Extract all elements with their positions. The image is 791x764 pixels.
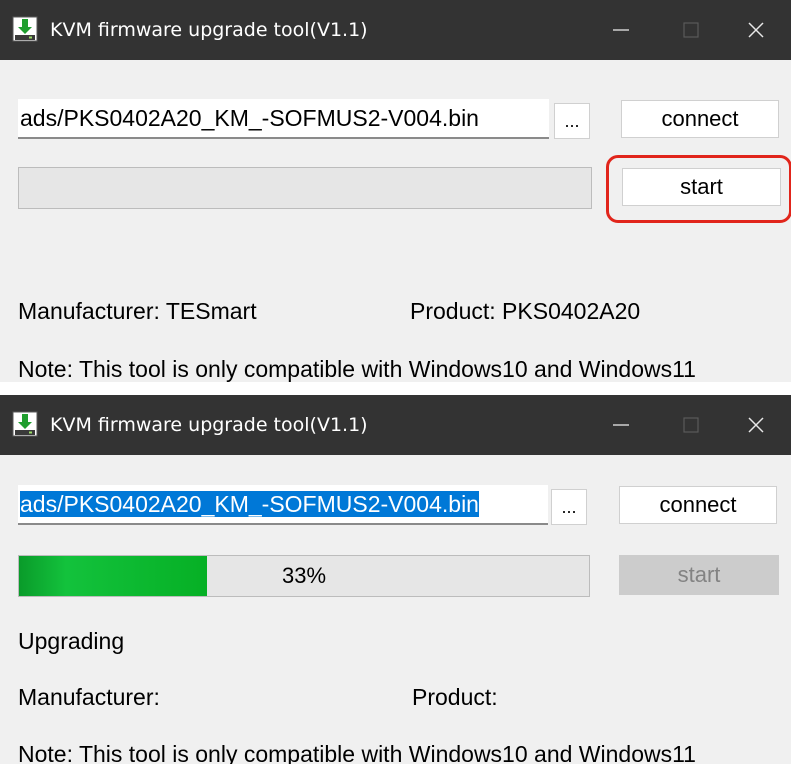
browse-button[interactable]: ... [551, 489, 587, 525]
maximize-icon [683, 417, 699, 433]
close-button[interactable] [721, 0, 791, 60]
download-drive-icon [12, 411, 38, 437]
compatibility-note: Note: This tool is only compatible with … [18, 356, 696, 382]
start-button-highlight [606, 155, 791, 223]
product-label: Product: PKS0402A20 [410, 298, 641, 324]
upgrade-progress-bar: 33% [18, 555, 590, 597]
connect-button[interactable]: connect [619, 486, 777, 524]
start-button[interactable]: start [619, 555, 779, 595]
maximize-icon [683, 22, 699, 38]
maximize-button[interactable] [656, 0, 726, 60]
progress-percent: 33% [281, 563, 327, 588]
firmware-path-input[interactable]: ads/PKS0402A20_KM_-SOFMUS2-V004.bin [18, 485, 548, 525]
firmware-path-text: ads/PKS0402A20_KM_-SOFMUS2-V004.bin [20, 105, 479, 131]
minimize-icon [613, 424, 629, 426]
minimize-button[interactable] [586, 0, 656, 60]
minimize-icon [613, 29, 629, 31]
download-drive-icon [12, 16, 38, 42]
minimize-button[interactable] [586, 395, 656, 455]
compatibility-note: Note: This tool is only compatible with … [18, 741, 696, 764]
status-label: Upgrading [18, 628, 125, 654]
window-title: KVM firmware upgrade tool(V1.1) [50, 414, 368, 436]
upgrade-tool-window-after: KVM firmware upgrade tool(V1.1) ads/PKS0… [0, 395, 791, 764]
manufacturer-label: Manufacturer: TESmart [18, 298, 257, 324]
maximize-button[interactable] [656, 395, 726, 455]
firmware-path-text: ads/PKS0402A20_KM_-SOFMUS2-V004.bin [20, 491, 479, 517]
firmware-path-input[interactable]: ads/PKS0402A20_KM_-SOFMUS2-V004.bin [18, 99, 549, 139]
upgrade-tool-window-before: KVM firmware upgrade tool(V1.1) ads/PKS0… [0, 0, 791, 382]
manufacturer-label: Manufacturer: [18, 684, 160, 710]
close-button[interactable] [721, 395, 791, 455]
browse-button[interactable]: ... [554, 103, 590, 139]
title-bar[interactable]: KVM firmware upgrade tool(V1.1) [0, 395, 791, 455]
close-icon [748, 417, 764, 433]
close-icon [748, 22, 764, 38]
product-label: Product: [412, 684, 498, 710]
title-bar[interactable]: KVM firmware upgrade tool(V1.1) [0, 0, 791, 60]
window-title: KVM firmware upgrade tool(V1.1) [50, 19, 368, 41]
upgrade-progress-bar [18, 167, 592, 209]
connect-button[interactable]: connect [621, 100, 779, 138]
